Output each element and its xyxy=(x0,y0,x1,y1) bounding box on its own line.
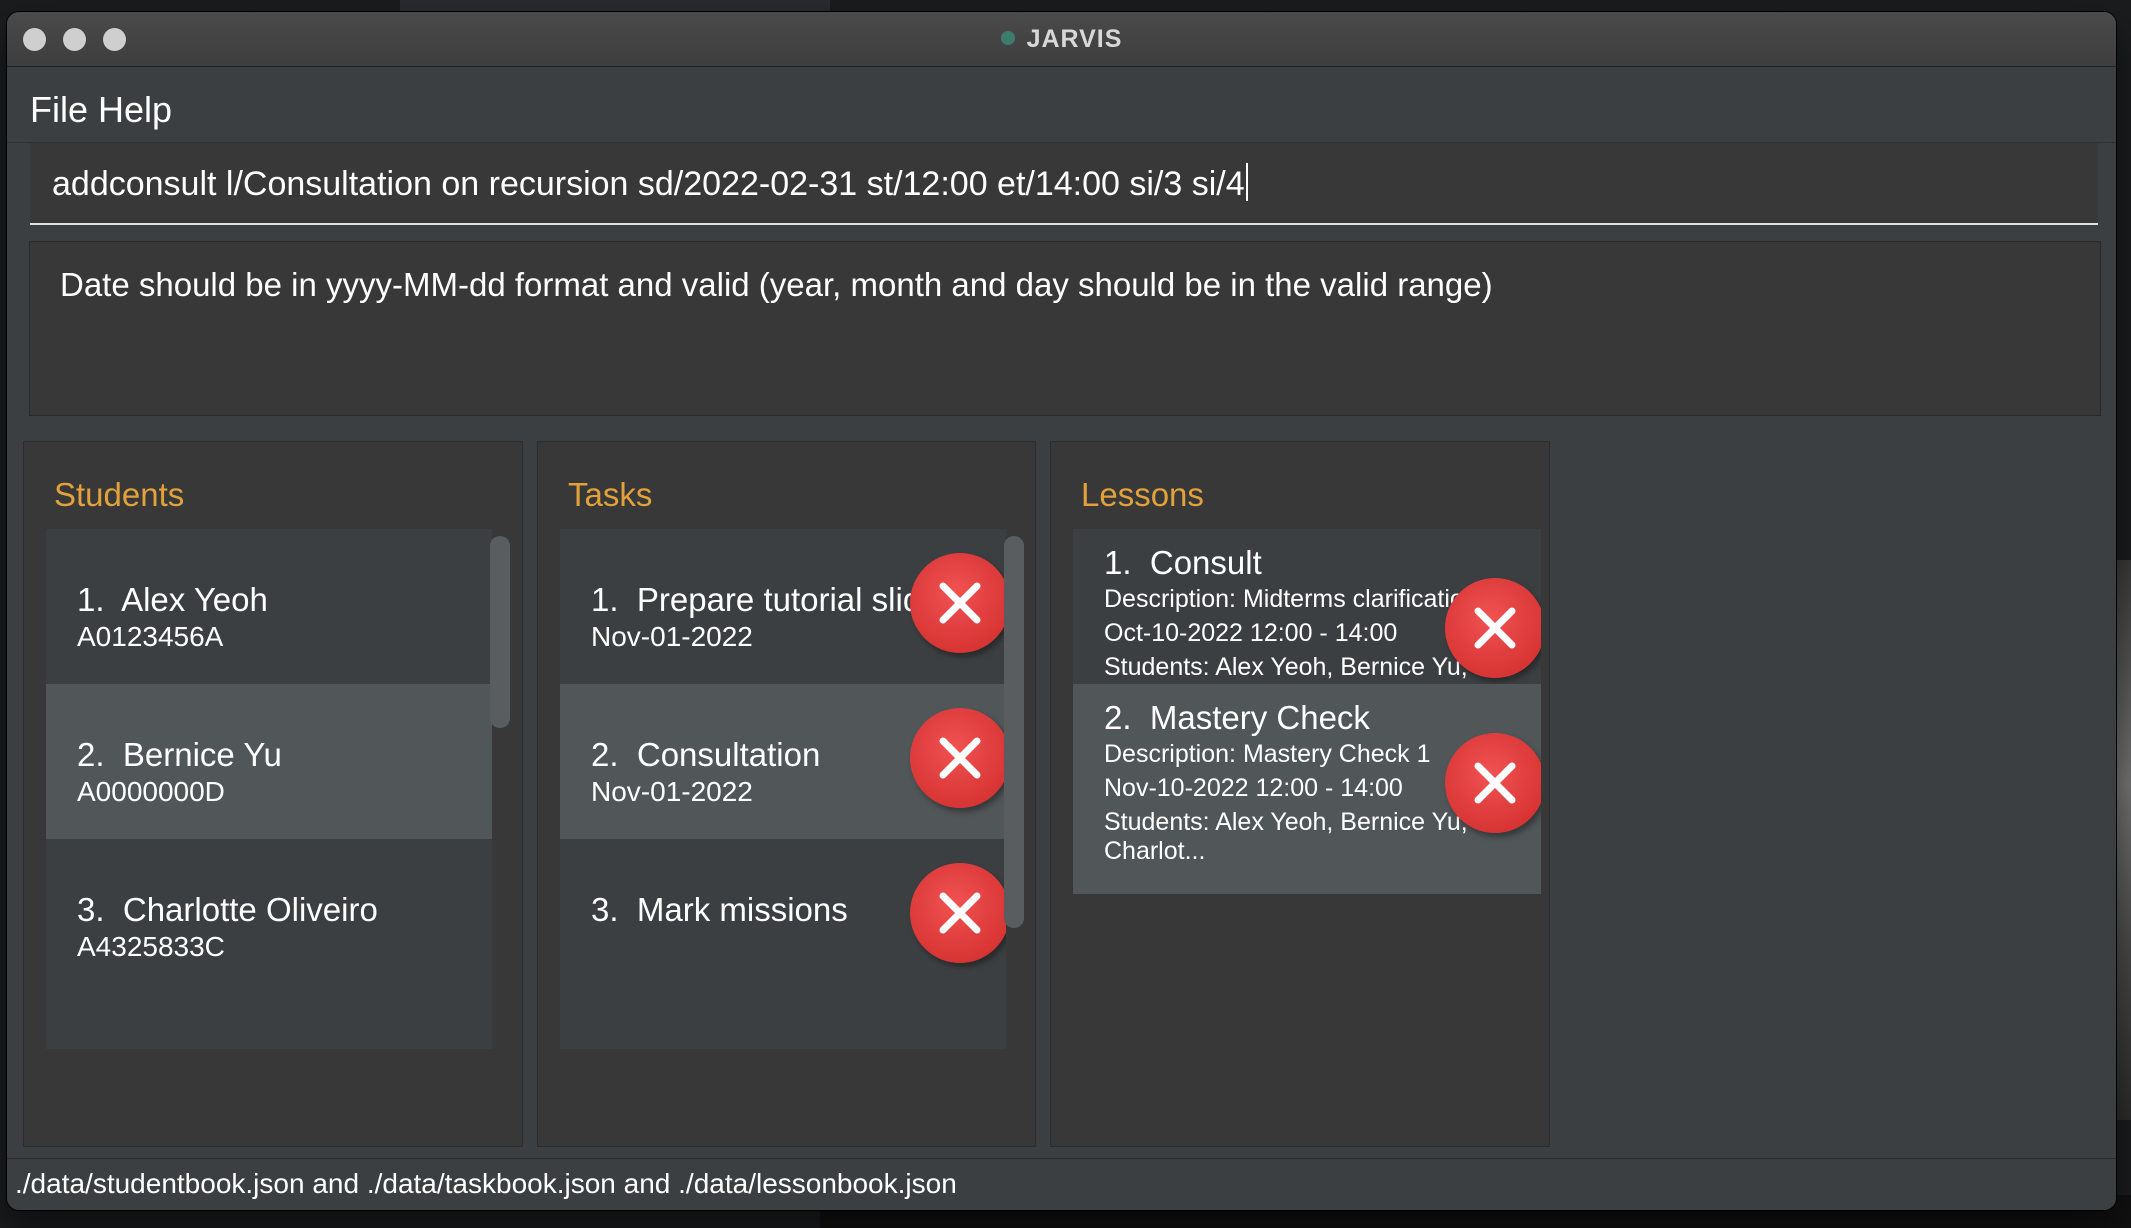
lesson-name: 2. Mastery Check xyxy=(1104,699,1370,736)
delete-lesson-button[interactable] xyxy=(1445,578,1541,678)
students-panel-title: Students xyxy=(54,476,185,513)
students-list[interactable]: 1. Alex Yeoh A0123456A 2. Bernice Yu A00… xyxy=(46,529,492,1124)
close-x-icon xyxy=(939,582,981,624)
tasks-list[interactable]: 1. Prepare tutorial slides Nov-01-2022 2… xyxy=(560,529,1006,1124)
status-bar-text: ./data/studentbook.json and ./data/taskb… xyxy=(15,1168,957,1199)
text-caret xyxy=(1245,163,1248,201)
menu-bar: File Help xyxy=(7,67,2116,143)
tasks-panel-title: Tasks xyxy=(568,476,653,513)
lesson-name: 1. Consult xyxy=(1104,544,1262,581)
window-title: JARVIS xyxy=(7,25,2116,54)
task-date: Nov-01-2022 xyxy=(591,776,753,807)
delete-lesson-button[interactable] xyxy=(1445,733,1541,833)
command-area: addconsult l/Consultation on recursion s… xyxy=(7,143,2116,241)
title-bar: JARVIS xyxy=(7,12,2116,67)
app-icon xyxy=(1000,31,1015,45)
command-input-text: addconsult l/Consultation on recursion s… xyxy=(52,165,1245,203)
menu-help[interactable]: Help xyxy=(98,89,172,131)
students-panel: Students 1. Alex Yeoh A0123456A 2. Berni… xyxy=(23,441,523,1147)
window-title-text: JARVIS xyxy=(1026,25,1123,53)
close-x-icon xyxy=(939,892,981,934)
task-card[interactable]: 3. Mark missions xyxy=(560,839,1006,1049)
delete-task-button[interactable] xyxy=(910,553,1006,653)
lessons-panel: Lessons 1. Consult Description: Midterms… xyxy=(1050,441,1550,1147)
close-x-icon xyxy=(939,737,981,779)
task-date: Nov-01-2022 xyxy=(591,621,753,652)
student-matric: A0000000D xyxy=(77,776,225,807)
lesson-card[interactable]: 2. Mastery Check Description: Mastery Ch… xyxy=(1073,684,1541,894)
close-x-icon xyxy=(1474,607,1516,649)
app-window: JARVIS File Help addconsult l/Consultati… xyxy=(7,12,2116,1210)
lesson-time: Oct-10-2022 12:00 - 14:00 xyxy=(1104,619,1398,647)
close-x-icon xyxy=(1474,762,1516,804)
lessons-list[interactable]: 1. Consult Description: Midterms clarifi… xyxy=(1073,529,1541,1124)
student-name: 2. Bernice Yu xyxy=(77,736,282,773)
student-matric: A4325833C xyxy=(77,931,225,962)
task-name: 1. Prepare tutorial slides xyxy=(591,581,957,618)
lesson-time: Nov-10-2022 12:00 - 14:00 xyxy=(1104,774,1403,802)
status-bar: ./data/studentbook.json and ./data/taskb… xyxy=(7,1158,2116,1210)
menu-file[interactable]: File xyxy=(30,89,88,131)
result-message: Date should be in yyyy-MM-dd format and … xyxy=(60,266,1493,303)
delete-task-button[interactable] xyxy=(910,708,1006,808)
task-name: 3. Mark missions xyxy=(591,891,848,928)
tasks-scrollbar[interactable] xyxy=(1004,536,1024,928)
task-name: 2. Consultation xyxy=(591,736,821,773)
command-input[interactable]: addconsult l/Consultation on recursion s… xyxy=(30,143,2098,225)
lesson-description: Description: Midterms clarification xyxy=(1104,585,1478,613)
student-card[interactable]: 3. Charlotte Oliveiro A4325833C xyxy=(46,839,492,1049)
student-name: 1. Alex Yeoh xyxy=(77,581,268,618)
lesson-description: Description: Mastery Check 1 xyxy=(1104,740,1431,768)
students-scrollbar[interactable] xyxy=(490,536,510,728)
delete-task-button[interactable] xyxy=(910,863,1006,963)
student-matric: A0123456A xyxy=(77,621,224,652)
lessons-panel-title: Lessons xyxy=(1081,476,1204,513)
tasks-panel: Tasks 1. Prepare tutorial slides Nov-01-… xyxy=(537,441,1036,1147)
student-name: 3. Charlotte Oliveiro xyxy=(77,891,378,928)
result-display: Date should be in yyyy-MM-dd format and … xyxy=(29,241,2101,416)
